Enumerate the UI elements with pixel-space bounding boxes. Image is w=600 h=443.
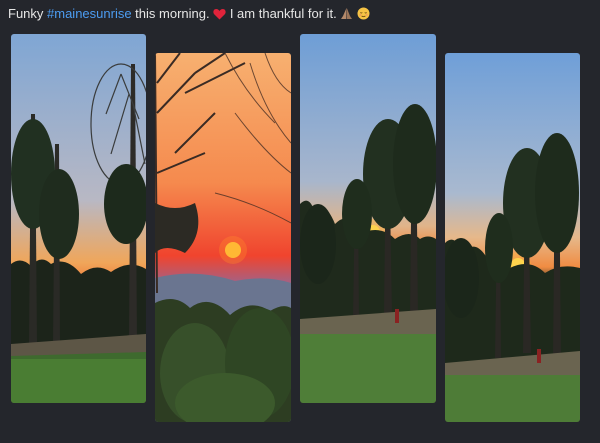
relieved-face-icon [357, 7, 370, 25]
caption-text-start: Funky [8, 6, 48, 21]
red-heart-icon [213, 7, 226, 25]
hashtag-link[interactable]: #mainesunrise [47, 6, 132, 21]
photo-sunrise-1[interactable] [11, 34, 146, 403]
photo-2-image [155, 53, 291, 422]
caption-text-middle: this morning. [131, 6, 214, 21]
photo-3-image [300, 34, 436, 403]
folded-hands-icon [340, 7, 353, 25]
photo-sunrise-3[interactable] [300, 34, 436, 403]
photo-4-image [445, 53, 580, 422]
caption-text-end: I am thankful for it. [226, 6, 341, 21]
photo-sunrise-2[interactable] [155, 53, 291, 422]
photo-sunrise-4[interactable] [445, 53, 580, 422]
photo-1-image [11, 34, 146, 403]
post-caption: Funky #mainesunrise this morning. I am t… [8, 5, 370, 25]
